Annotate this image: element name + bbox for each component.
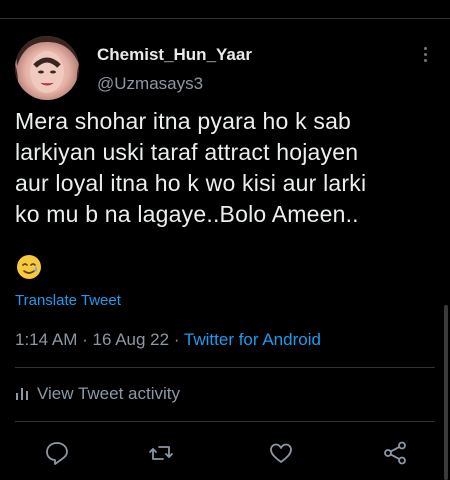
- tweet-date[interactable]: 16 Aug 22: [93, 330, 170, 349]
- reply-icon[interactable]: [44, 440, 70, 466]
- share-icon[interactable]: [382, 440, 408, 466]
- divider: [15, 421, 435, 422]
- translate-tweet-link[interactable]: Translate Tweet: [15, 292, 121, 309]
- tweet-time[interactable]: 1:14 AM: [15, 330, 77, 349]
- view-tweet-activity[interactable]: View Tweet activity: [15, 384, 180, 404]
- activity-label: View Tweet activity: [37, 384, 180, 403]
- tweet-text-line: aur loyal itna ho k wo kisi aur larki: [15, 170, 367, 196]
- tweet-actions: [0, 436, 450, 472]
- tweet-text-line: larkiyan uski taraf attract hojayen: [15, 139, 359, 165]
- activity-bars-icon: [16, 388, 28, 400]
- scrollbar[interactable]: [444, 305, 448, 480]
- tweet-text-line: ko mu b na lagaye..Bolo Ameen..: [15, 201, 359, 227]
- top-divider: [0, 18, 450, 19]
- tweet-meta: 1:14 AM · 16 Aug 22 · Twitter for Androi…: [15, 330, 321, 350]
- display-name[interactable]: Chemist_Hun_Yaar: [97, 45, 252, 65]
- smiling-face-with-tear-icon: [15, 253, 43, 281]
- tweet-text: Mera shohar itna pyara ho k sab larkiyan…: [15, 106, 440, 230]
- more-options-icon[interactable]: [418, 44, 432, 66]
- meta-separator: ·: [173, 330, 180, 349]
- divider: [15, 367, 435, 368]
- avatar[interactable]: [15, 36, 79, 100]
- tweet-text-line: Mera shohar itna pyara ho k sab: [15, 108, 352, 134]
- like-icon[interactable]: [268, 440, 294, 466]
- retweet-icon[interactable]: [148, 440, 174, 466]
- tweet-source-link[interactable]: Twitter for Android: [184, 330, 321, 349]
- user-handle[interactable]: @Uzmasays3: [97, 74, 203, 94]
- meta-separator: ·: [82, 330, 88, 349]
